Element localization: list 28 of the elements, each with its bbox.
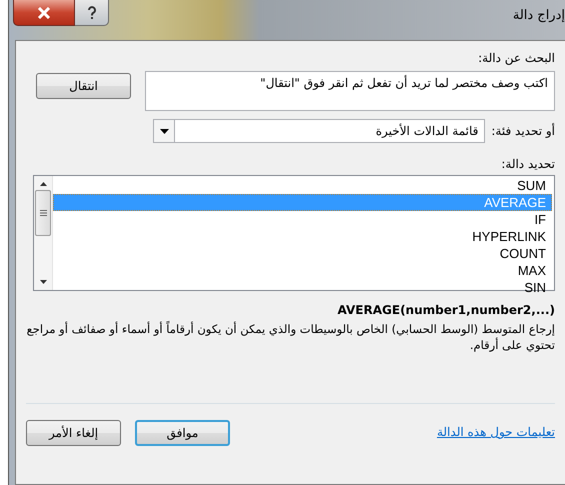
scroll-down-icon (40, 280, 46, 284)
scrollbar[interactable] (34, 176, 53, 290)
category-dropdown[interactable]: قائمة الدالات الأخيرة (153, 119, 486, 143)
function-syntax: AVERAGE(number1,number2,...) (336, 303, 555, 317)
close-icon (37, 6, 51, 18)
function-item[interactable]: SUM (53, 177, 552, 194)
help-link[interactable]: تعليمات حول هذه الدالة (436, 425, 555, 439)
search-field[interactable]: اكتب وصف مختصر لما تريد أن تفعل ثم انقر فوق "انتقال" (145, 71, 555, 111)
category-label: أو تحديد فئة: (491, 124, 555, 138)
function-item[interactable]: IF (53, 211, 552, 228)
dialog-button[interactable]: إلغاء الأمر (26, 420, 121, 446)
function-item[interactable]: HYPERLINK (53, 228, 552, 245)
window-title: إدراج دالة (512, 8, 565, 23)
help-icon (86, 6, 96, 20)
scroll-up-icon (40, 182, 46, 186)
function-item[interactable]: COUNT (53, 245, 552, 262)
search-label: البحث عن دالة: (478, 51, 555, 65)
close-button[interactable] (13, 0, 75, 26)
grip-icon (40, 210, 46, 216)
help-button[interactable] (75, 0, 109, 26)
function-list-label: تحديد دالة: (501, 157, 555, 171)
function-description: إرجاع المتوسط (الوسط الحسابي) الخاص بالوسيطات والذي يمكن أن يكون أرقاماً أو أسماء أو صفائف أو مراجع تحتوي على أرقام. (26, 321, 555, 353)
function-item[interactable]: SIN (53, 279, 552, 296)
dialog-button[interactable]: موافق (135, 420, 230, 446)
scroll-thumb[interactable] (35, 190, 51, 236)
dropdown-arrow-icon (160, 128, 169, 134)
function-item[interactable]: MAX (53, 262, 552, 279)
go-button[interactable]: انتقال (36, 73, 131, 99)
